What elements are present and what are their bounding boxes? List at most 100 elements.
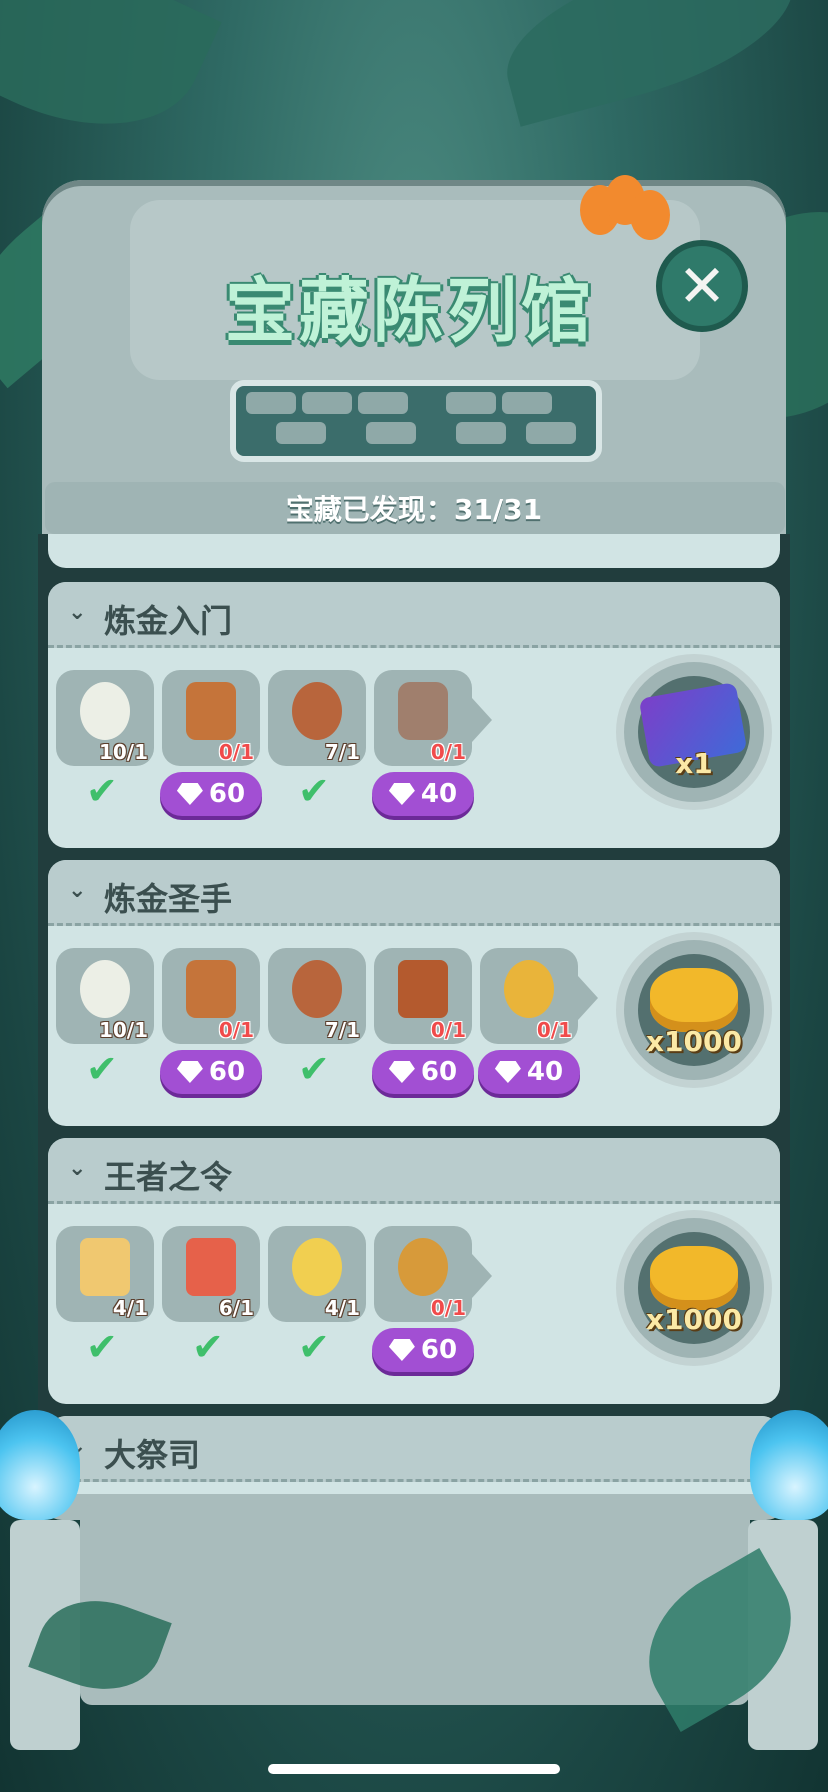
treasure-item[interactable]: 4/1 ✔	[56, 1226, 154, 1366]
card-header[interactable]: ⌄ 炼金圣手	[48, 860, 780, 926]
leather-book-icon	[398, 960, 448, 1018]
treasure-item[interactable]: 6/1 ✔	[162, 1226, 260, 1366]
orange-flower-icon	[580, 175, 670, 245]
reward-button[interactable]: x1	[616, 654, 772, 810]
treasure-item[interactable]: 7/1 ✔	[268, 670, 366, 810]
gem-price: 60	[420, 1057, 458, 1087]
buy-with-gems-button[interactable]: 60	[160, 772, 262, 816]
card-title: 炼金入门	[104, 602, 233, 640]
bone-ring-icon	[80, 682, 130, 740]
item-count: 7/1	[324, 1018, 360, 1042]
tribal-shield-icon	[292, 682, 342, 740]
treasure-item[interactable]: 0/1 60	[160, 948, 262, 1094]
card-title: 王者之令	[104, 1158, 233, 1196]
blue-flame-icon	[750, 1410, 828, 1520]
card-title: 大祭司	[104, 1436, 201, 1474]
buy-with-gems-button[interactable]: 60	[372, 1050, 474, 1094]
item-count: 0/1	[218, 1018, 254, 1042]
collection-card: ⌄ 大祭司	[48, 1416, 780, 1494]
reward-qty: x1000	[646, 1303, 742, 1336]
gem-icon	[494, 1061, 521, 1083]
gem-price: 40	[526, 1057, 564, 1087]
reward-qty: x1000	[646, 1025, 742, 1058]
check-icon: ✔	[298, 769, 330, 813]
item-count: 0/1	[430, 740, 466, 764]
check-icon: ✔	[86, 1325, 118, 1369]
tribal-shield-icon	[292, 960, 342, 1018]
card-header[interactable]: ⌄ 王者之令	[48, 1138, 780, 1204]
treasure-item[interactable]: 0/1 60	[372, 948, 474, 1094]
item-count: 10/1	[98, 740, 148, 764]
treasure-item[interactable]: 0/1 60	[372, 1226, 492, 1372]
gem-icon	[388, 783, 415, 805]
item-count: 0/1	[430, 1018, 466, 1042]
treasure-item[interactable]: 7/1 ✔	[268, 948, 366, 1088]
buy-with-gems-button[interactable]: 40	[478, 1050, 580, 1094]
treasure-item[interactable]: 10/1 ✔	[56, 948, 154, 1088]
gold-coins-icon	[650, 1246, 738, 1310]
stone-fossil-icon	[398, 682, 448, 740]
home-indicator[interactable]	[268, 1764, 560, 1774]
gem-price: 60	[208, 779, 246, 809]
card-header[interactable]: ⌄ 大祭司	[48, 1416, 780, 1482]
arrow-tip	[472, 1254, 492, 1298]
collection-card-partial	[48, 534, 780, 568]
totem-mask-icon	[186, 960, 236, 1018]
reward-button[interactable]: x1000	[616, 1210, 772, 1366]
buy-with-gems-button[interactable]: 60	[372, 1328, 474, 1372]
treasure-item[interactable]: 10/1 ✔	[56, 670, 154, 810]
arrow-tip	[472, 698, 492, 742]
gold-trophy-icon	[504, 960, 554, 1018]
item-count: 4/1	[324, 1296, 360, 1320]
golden-crown-icon	[80, 1238, 130, 1296]
gem-icon	[176, 783, 203, 805]
card-header[interactable]: ⌄ 炼金入门	[48, 582, 780, 648]
treasure-item[interactable]: 0/1 40	[372, 670, 492, 816]
chevron-down-icon: ⌄	[68, 600, 87, 625]
treasure-item[interactable]: 0/1 40	[478, 948, 598, 1094]
check-icon: ✔	[86, 769, 118, 813]
buy-with-gems-button[interactable]: 40	[372, 772, 474, 816]
close-button[interactable]: ✕	[656, 240, 748, 332]
treasure-item[interactable]: 4/1 ✔	[268, 1226, 366, 1366]
check-icon: ✔	[86, 1047, 118, 1091]
card-title: 炼金圣手	[104, 880, 233, 918]
item-count: 10/1	[98, 1018, 148, 1042]
treasure-item[interactable]: 0/1 60	[160, 670, 262, 816]
item-count: 0/1	[218, 740, 254, 764]
check-icon: ✔	[298, 1047, 330, 1091]
gem-price: 60	[208, 1057, 246, 1087]
item-count: 0/1	[536, 1018, 572, 1042]
page-title: 宝藏陈列馆	[225, 270, 595, 352]
collection-card: ⌄ 王者之令 4/1 ✔ 6/1 ✔ 4/1 ✔ 0/1 60 x1000	[48, 1138, 780, 1404]
mickey-medallion-icon	[398, 1238, 448, 1296]
chevron-down-icon: ⌄	[68, 1156, 87, 1181]
arrow-tip	[578, 976, 598, 1020]
collection-card: ⌄ 炼金入门 10/1 ✔ 0/1 60 7/1 ✔ 0/1 40 x1	[48, 582, 780, 848]
gem-icon	[388, 1061, 415, 1083]
gold-coins-icon	[650, 968, 738, 1032]
totem-mask-icon	[186, 682, 236, 740]
bone-ring-icon	[80, 960, 130, 1018]
check-icon: ✔	[298, 1325, 330, 1369]
item-count: 4/1	[112, 1296, 148, 1320]
item-count: 0/1	[430, 1296, 466, 1320]
mickey-scepter-icon	[292, 1238, 342, 1296]
stone-slots-decoration	[230, 380, 602, 462]
mickey-scroll-icon	[186, 1238, 236, 1296]
collection-card: ⌄ 炼金圣手 10/1 ✔ 0/1 60 7/1 ✔ 0/1 60 0/1 40…	[48, 860, 780, 1126]
check-icon: ✔	[192, 1325, 224, 1369]
buy-with-gems-button[interactable]: 60	[160, 1050, 262, 1094]
treasure-list[interactable]: ⌄ 炼金入门 10/1 ✔ 0/1 60 7/1 ✔ 0/1 40 x1 ⌄ 炼…	[38, 534, 790, 1494]
item-count: 6/1	[218, 1296, 254, 1320]
chevron-down-icon: ⌄	[68, 878, 87, 903]
reward-qty: x1	[675, 747, 713, 780]
gem-icon	[388, 1339, 415, 1361]
gem-icon	[176, 1061, 203, 1083]
item-count: 7/1	[324, 740, 360, 764]
gem-price: 60	[420, 1335, 458, 1365]
treasure-counter: 宝藏已发现：31/31	[285, 493, 543, 526]
reward-button[interactable]: x1000	[616, 932, 772, 1088]
gem-price: 40	[420, 779, 458, 809]
close-icon: ✕	[677, 252, 727, 320]
